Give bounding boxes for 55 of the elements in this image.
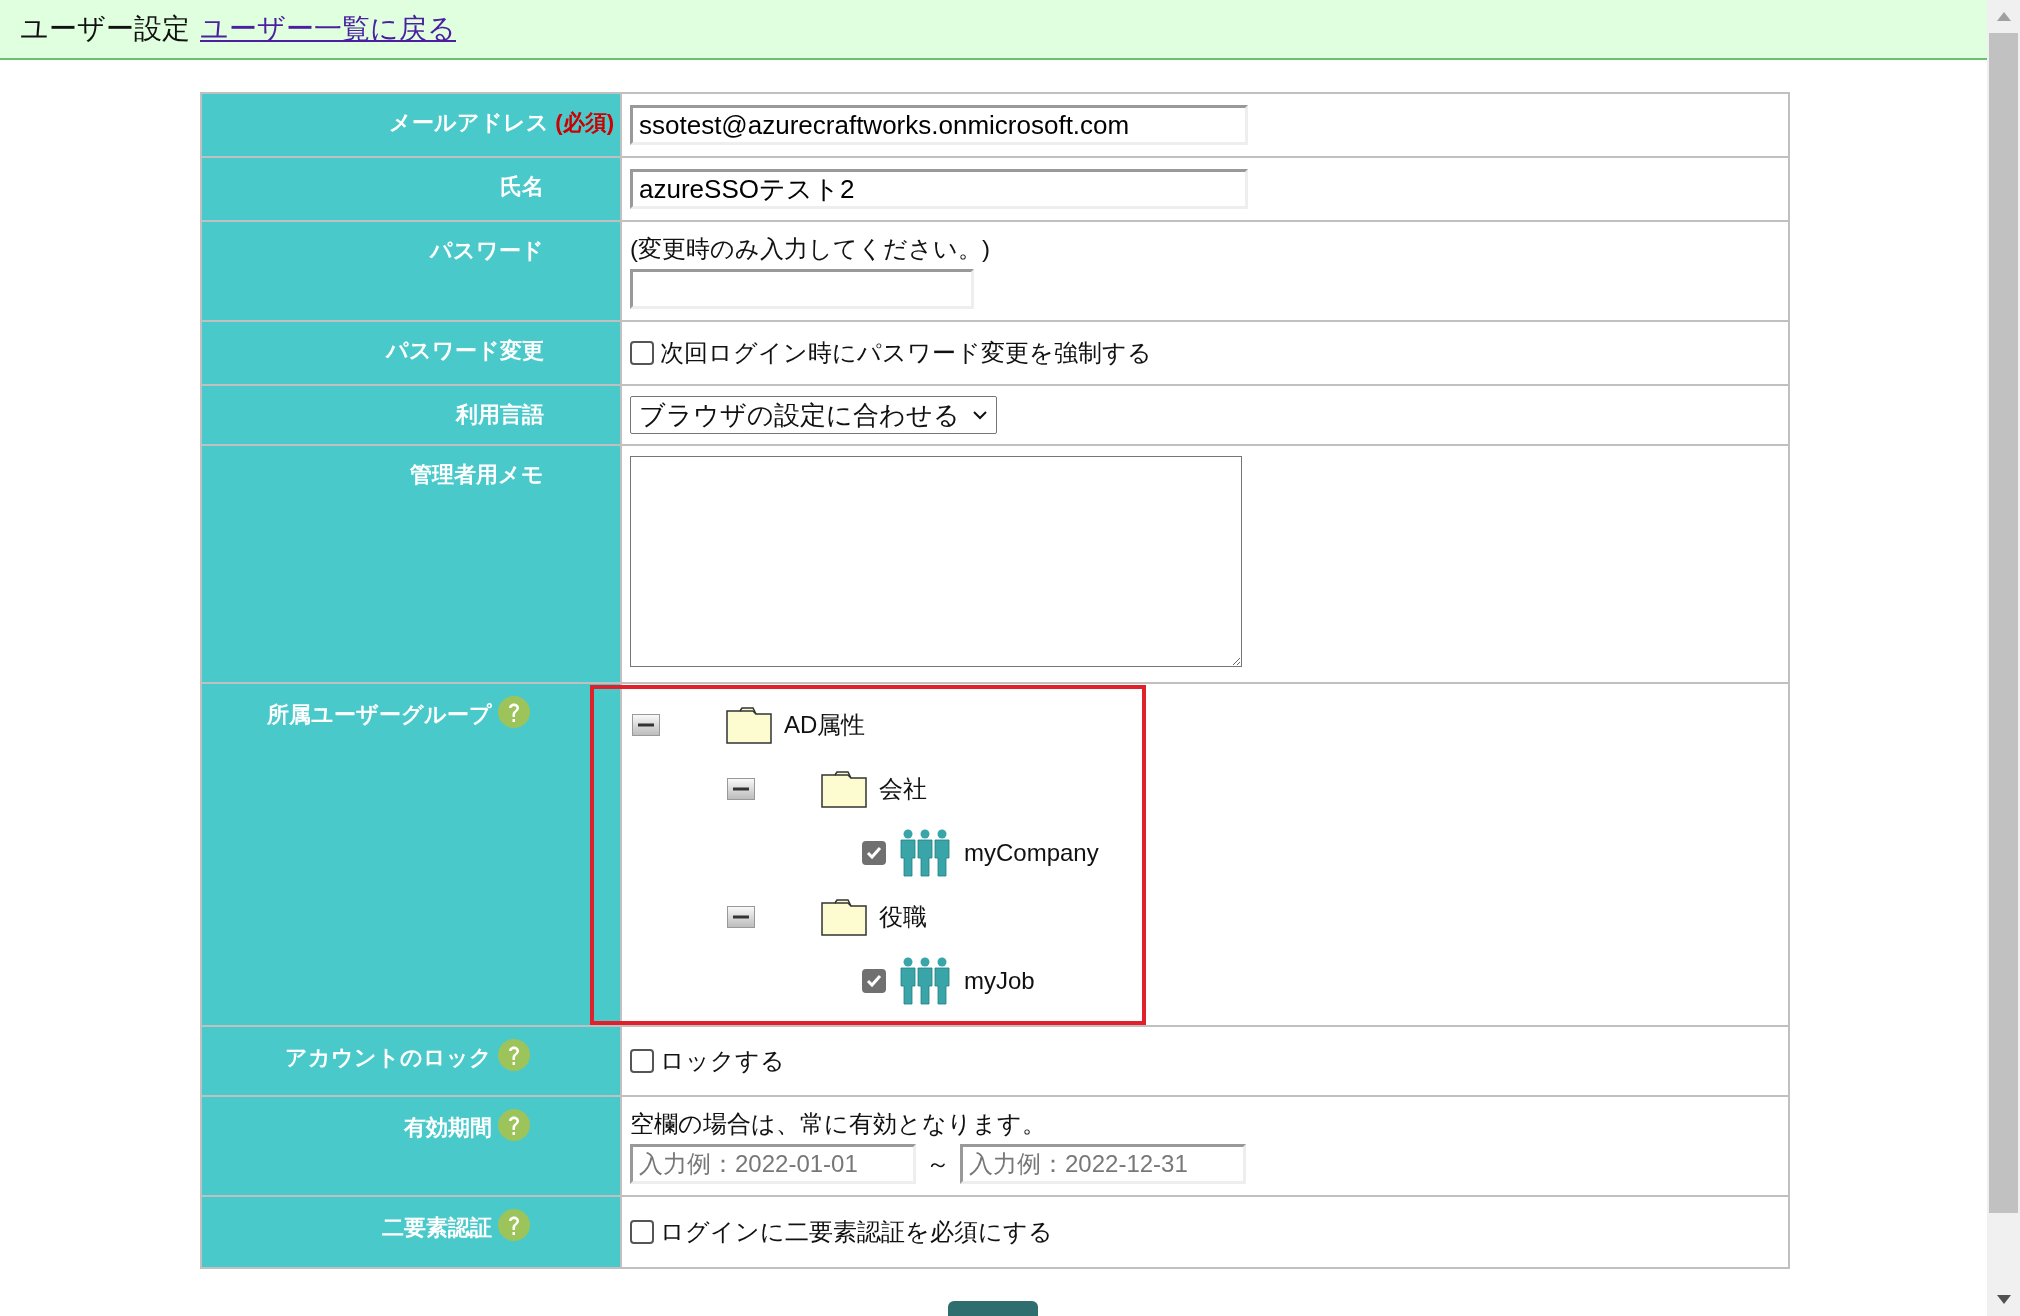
group-checkbox[interactable] (862, 968, 886, 993)
group-label[interactable]: myJob (964, 966, 1035, 995)
field-label: 二要素認証 (382, 1214, 492, 1242)
help-icon[interactable] (498, 696, 530, 728)
checkbox-label: ログインに二要素認証を必須にする (660, 1217, 1053, 1247)
hint-text: 空欄の場合は、常に有効となります。 (630, 1109, 1047, 1139)
scroll-up-icon[interactable] (1996, 12, 2011, 21)
page-title: ユーザー設定 (20, 12, 190, 46)
checkbox-label: ロックする (660, 1046, 785, 1076)
required-mark: (必須) (555, 109, 614, 137)
text-field[interactable]: azureSSOテスト2 (630, 169, 1248, 209)
help-icon[interactable] (498, 1039, 530, 1071)
start-date-field[interactable]: 入力例：2022-01-01 (630, 1144, 916, 1184)
tree-node-label[interactable]: 会社 (879, 772, 927, 805)
field-label: パスワード (430, 237, 544, 265)
scrollbar-thumb[interactable] (1989, 33, 2018, 1213)
checkbox[interactable] (630, 341, 654, 365)
group-checkbox[interactable] (862, 840, 886, 865)
checkbox[interactable] (630, 1049, 654, 1073)
tree-node-label[interactable]: AD属性 (784, 708, 866, 741)
scrollbar[interactable] (1987, 0, 2020, 1316)
tree-node-label[interactable]: 役職 (879, 900, 927, 933)
caret-icon (972, 410, 988, 420)
password-field[interactable] (630, 269, 974, 309)
folder-icon (821, 769, 867, 808)
help-icon[interactable] (498, 1209, 530, 1241)
field-label: 有効期間 (404, 1114, 492, 1142)
checkbox-label: 次回ログイン時にパスワード変更を強制する (660, 338, 1152, 368)
people-icon (900, 955, 950, 1006)
help-icon[interactable] (498, 1109, 530, 1141)
field-label: アカウントのロック (285, 1044, 492, 1072)
field-label: メールアドレス (389, 109, 550, 137)
group-label[interactable]: myCompany (964, 838, 1099, 867)
back-link[interactable]: ユーザー一覧に戻る (200, 10, 456, 48)
memo-field[interactable] (630, 456, 1242, 667)
checkmark-icon (866, 845, 882, 860)
folder-icon (821, 897, 867, 936)
field-label: 管理者用メモ (410, 461, 544, 489)
language-dropdown[interactable]: ブラウザの設定に合わせる (630, 396, 997, 434)
field-label: 所属ユーザーグループ (267, 701, 492, 729)
field-label: 利用言語 (456, 401, 544, 429)
hint-text: (変更時のみ入力してください。) (630, 234, 991, 264)
checkmark-icon (866, 973, 882, 988)
field-label: 氏名 (500, 173, 544, 201)
range-separator: ～ (926, 1149, 950, 1179)
text-field[interactable]: ssotest@azurecraftworks.onmicrosoft.com (630, 105, 1248, 145)
collapse-icon[interactable] (727, 777, 755, 800)
field-label: パスワード変更 (386, 337, 544, 365)
folder-icon (726, 705, 772, 744)
people-icon (900, 827, 950, 878)
collapse-icon[interactable] (632, 713, 660, 736)
collapse-icon[interactable] (727, 905, 755, 928)
end-date-field[interactable]: 入力例：2022-12-31 (960, 1144, 1246, 1184)
scroll-down-icon[interactable] (1996, 1295, 2011, 1304)
checkbox[interactable] (630, 1220, 654, 1244)
